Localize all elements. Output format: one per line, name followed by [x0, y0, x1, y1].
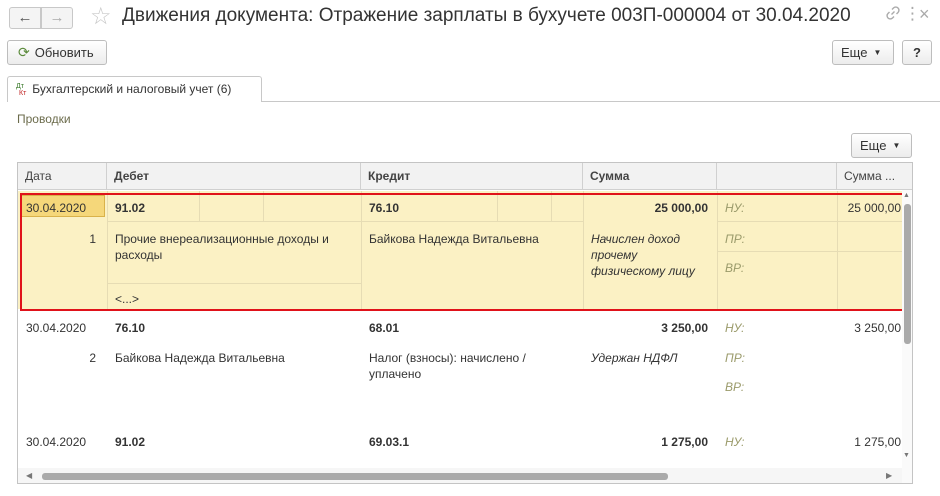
column-header-amount2[interactable]: Сумма ...: [837, 163, 912, 190]
cell-divider: [361, 191, 362, 309]
table-row[interactable]: 30.04.2020 91.02 69.03.1 1 275,00 НУ: 1 …: [18, 429, 902, 469]
entry-amount2: 3 250,00: [854, 321, 901, 335]
column-header-blank[interactable]: [717, 163, 837, 190]
more-button[interactable]: Еще ▼: [832, 40, 894, 65]
debit-account: 91.02: [115, 201, 146, 215]
table-header: Дата Дебет Кредит Сумма Сумма ...: [18, 163, 912, 190]
title-bar: ← → ☆ Движения документа: Отражение зарп…: [0, 0, 940, 36]
cell-divider: [107, 221, 361, 222]
cell-divider: [107, 191, 108, 309]
dt-kt-icon: Дт Кт: [16, 82, 27, 97]
table-row[interactable]: 30.04.2020 2 76.10 Байкова Надежда Витал…: [18, 311, 902, 407]
column-header-debit[interactable]: Дебет: [107, 163, 361, 190]
close-icon[interactable]: ×: [919, 4, 930, 25]
refresh-button[interactable]: ⟳ Обновить: [7, 40, 107, 65]
table-row[interactable]: 30.04.2020 1 91.02 Прочие внереализацион…: [18, 191, 902, 309]
refresh-icon: ⟳: [18, 44, 30, 60]
link-icon-svg: [886, 6, 900, 20]
vr-label: ВР:: [725, 380, 745, 394]
scroll-left-icon[interactable]: ◀: [26, 471, 32, 480]
cell-divider: [497, 191, 498, 221]
pr-label: ПР:: [725, 351, 745, 365]
entry-content: Удержан НДФЛ: [591, 351, 678, 365]
vr-label: ВР:: [725, 261, 745, 275]
chevron-down-icon: ▼: [873, 48, 882, 57]
entry-content: Начислен доход прочему физическому лицу: [591, 232, 695, 278]
cell-divider: [263, 191, 264, 221]
tab-divider: [262, 101, 940, 102]
link-icon[interactable]: [886, 6, 900, 25]
nu-label: НУ:: [725, 435, 745, 449]
cell-divider: [551, 191, 552, 221]
entry-date: 30.04.2020: [26, 435, 87, 449]
cell-divider: [717, 221, 902, 222]
scroll-up-icon[interactable]: ▲: [903, 192, 910, 199]
debit-subconto-empty: <...>: [115, 292, 140, 306]
entry-amount2: 25 000,00: [847, 201, 901, 215]
credit-account: 76.10: [369, 201, 400, 215]
horizontal-scrollbar[interactable]: ◀ ▶: [18, 468, 902, 483]
entry-amount: 25 000,00: [654, 201, 708, 215]
scroll-down-icon[interactable]: ▼: [903, 452, 910, 459]
credit-account: 69.03.1: [369, 435, 410, 449]
back-button[interactable]: ←: [9, 7, 41, 29]
entry-date: 30.04.2020: [26, 201, 87, 215]
scroll-right-icon[interactable]: ▶: [886, 471, 892, 480]
debit-subconto: Байкова Надежда Витальевна: [115, 351, 285, 365]
vertical-scroll-thumb[interactable]: [904, 204, 911, 344]
credit-subconto: Налог (взносы): начислено / уплачено: [369, 351, 526, 381]
tab-accounting[interactable]: Дт Кт Бухгалтерский и налоговый учет (6): [7, 76, 262, 102]
section-title: Проводки: [17, 112, 71, 126]
horizontal-scroll-thumb[interactable]: [42, 473, 668, 480]
debit-account: 76.10: [115, 321, 146, 335]
chevron-down-icon: ▼: [892, 141, 901, 150]
entries-table[interactable]: Дата Дебет Кредит Сумма Сумма ... 30.04.…: [17, 162, 913, 484]
vertical-scrollbar[interactable]: ▲ ▼: [902, 190, 912, 483]
arrow-left-icon: ←: [17, 9, 33, 26]
entry-amount2: 1 275,00: [854, 435, 901, 449]
forward-button[interactable]: →: [41, 7, 73, 29]
cell-divider: [107, 283, 361, 284]
credit-account: 68.01: [369, 321, 400, 335]
window-title: Движения документа: Отражение зарплаты в…: [122, 5, 851, 26]
cell-divider: [717, 191, 718, 309]
debit-account: 91.02: [115, 435, 146, 449]
tab-label: Бухгалтерский и налоговый учет (6): [32, 82, 232, 96]
entry-date: 30.04.2020: [26, 321, 87, 335]
entry-number: 2: [89, 351, 96, 365]
debit-subconto: Прочие внереализационные доходы и расход…: [115, 232, 329, 262]
column-header-date[interactable]: Дата: [18, 163, 107, 190]
arrow-right-icon: →: [49, 9, 65, 26]
cell-divider: [199, 191, 200, 221]
grid-more-label: Еще: [860, 138, 887, 153]
favorite-star-icon[interactable]: ☆: [90, 3, 112, 31]
cell-divider: [361, 221, 583, 222]
help-button[interactable]: ?: [902, 40, 932, 65]
cell-divider: [717, 251, 902, 252]
entry-amount: 3 250,00: [661, 321, 708, 335]
nu-label: НУ:: [725, 201, 745, 215]
grid-more-button[interactable]: Еще ▼: [851, 133, 912, 158]
pr-label: ПР:: [725, 232, 745, 246]
entry-amount: 1 275,00: [661, 435, 708, 449]
column-header-amount[interactable]: Сумма: [583, 163, 717, 190]
more-label: Еще: [841, 45, 868, 60]
refresh-label: Обновить: [34, 45, 94, 60]
credit-subconto: Байкова Надежда Витальевна: [369, 232, 539, 246]
nu-label: НУ:: [725, 321, 745, 335]
entry-number: 1: [89, 232, 96, 246]
column-header-credit[interactable]: Кредит: [361, 163, 583, 190]
